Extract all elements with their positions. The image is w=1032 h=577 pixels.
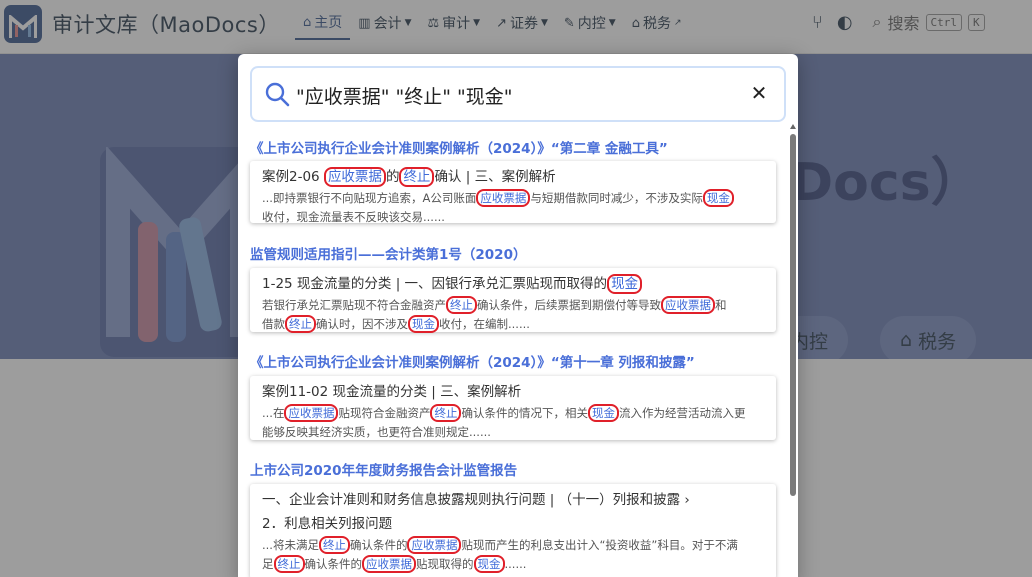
result-heading: 案例11-02 现金流量的分类 | 三、案例解析 [262,384,522,400]
search-query-text: "应收票据" "终止" "现金" [296,86,513,108]
close-icon[interactable]: ✕ [746,80,772,106]
scroll-up-arrow-icon[interactable] [790,124,796,129]
excerpt-line: 若银行承兑汇票贴现不符合金融资产 终止 确认条件，后续票据到期偿付等导致 应收票据和 [262,296,727,314]
search-match-highlight: 终止 [430,404,462,422]
search-match-highlight: 应收票据 [284,404,339,422]
search-match-highlight: 终止 [446,296,477,314]
search-input[interactable]: "应收票据" "终止" "现金" ✕ [250,66,786,122]
result-subheading: 2．利息相关列报问题 [262,516,393,532]
result-group-title[interactable]: 《上市公司执行企业会计准则案例解析（2024）》“第二章 金融工具” [250,137,668,157]
search-match-highlight: 终止 [318,536,350,554]
search-match-highlight: 终止 [273,555,305,573]
excerpt-line: ...即持票银行不向贴现方追索，A公司账面 应收票据 与短期借款同时减少，不涉及实际… [262,189,764,208]
result-excerpt: ...在 应收票据 贴现符合金融资产 终止 确认条件的情况下，相关 现金 流入作为经营活动流… [262,404,764,442]
search-match-highlight: 终止 [285,315,316,333]
excerpt-line: 足终止 确认条件的 应收票据 贴现取得的 现金...... [262,555,527,573]
excerpt-line: 能够反映其经济实质，也更符合准则规定...... [262,425,491,439]
result-card[interactable]: 1-25 现金流量的分类 | 一、因银行承兑汇票贴现而取得的 现金 若银行承兑汇票… [250,268,776,334]
search-match-highlight: 应收票据 [362,555,416,573]
search-match-highlight: 现金 [408,315,439,333]
result-heading: 案例2-06 应收票据的终止 确认 | 三、案例解析 [262,167,556,187]
result-group-title[interactable]: 监管规则适用指引——会计类第1号（2020） [250,243,526,263]
result-group-title[interactable]: 《上市公司执行企业会计准则案例解析（2024）》“第十一章 列报和披露” [250,351,695,371]
search-match-highlight: 现金 [587,404,619,422]
result-card[interactable]: 案例2-06 应收票据的终止 确认 | 三、案例解析 ...即持票银行不向贴现方追… [250,161,776,224]
search-modal: "应收票据" "终止" "现金" ✕ 《上市公司执行企业会计准则案例解析（202… [238,54,798,577]
result-heading: 1-25 现金流量的分类 | 一、因银行承兑汇票贴现而取得的 现金 [262,274,764,294]
search-match-highlight: 应收票据 [323,167,386,187]
search-match-highlight: 应收票据 [476,189,531,207]
result-heading: 一、企业会计准则和财务信息披露规则执行问题 | （十一）列报和披露 › [262,492,690,508]
search-match-highlight: 现金 [473,555,505,573]
excerpt-line: ...在 应收票据 贴现符合金融资产 终止 确认条件的情况下，相关 现金 流入作为经营活动流… [262,404,746,422]
result-group-title[interactable]: 上市公司2020年年度财务报告会计监管报告 [250,459,517,479]
search-match-highlight: 现金 [607,274,643,294]
search-match-highlight: 终止 [399,167,435,187]
result-excerpt: 若银行承兑汇票贴现不符合金融资产 终止 确认条件，后续票据到期偿付等导致 应收票据和 … [262,296,764,334]
result-card[interactable]: 一、企业会计准则和财务信息披露规则执行问题 | （十一）列报和披露 › 2．利息… [250,484,776,577]
search-match-highlight: 现金 [702,189,734,207]
excerpt-line: 收付，现金流量表不反映该交易...... [262,210,445,224]
result-excerpt: ...即持票银行不向贴现方追索，A公司账面 应收票据 与短期借款同时减少，不涉及实际… [262,189,764,227]
search-match-highlight: 应收票据 [407,536,462,554]
scrollbar-thumb[interactable] [790,134,796,496]
search-icon [265,82,290,107]
result-excerpt: ...将未满足 终止 确认条件的 应收票据 贴现而产生的利息支出计入“投资收益”科目。对… [262,536,764,574]
search-match-highlight: 应收票据 [661,296,715,314]
excerpt-line: 借款 终止 确认时，因不涉及 现金 收付，在编制...... [262,315,530,333]
result-card[interactable]: 案例11-02 现金流量的分类 | 三、案例解析 ...在 应收票据 贴现符合金融资… [250,376,776,440]
search-results: 《上市公司执行企业会计准则案例解析（2024）》“第二章 金融工具” 案例2-0… [238,132,798,577]
excerpt-line: ...将未满足 终止 确认条件的 应收票据 贴现而产生的利息支出计入“投资收益”科目。对… [262,536,738,554]
